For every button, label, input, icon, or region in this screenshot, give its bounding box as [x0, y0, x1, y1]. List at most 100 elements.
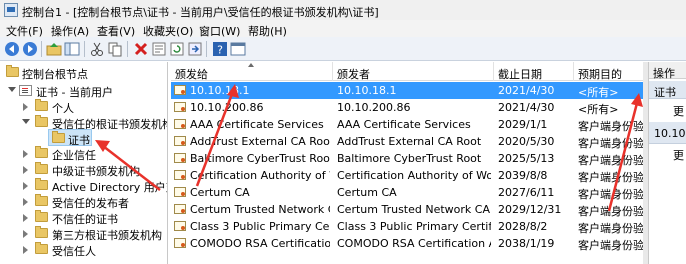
tree-item-certificates[interactable]: 证书 [48, 129, 92, 147]
column-header-issued-to[interactable]: 颁发给 [175, 66, 208, 82]
tree-item-intermediate-ca[interactable]: 中级证书颁发机构 [0, 162, 167, 178]
cell-issuer: COMODO RSA Certification Auth… [337, 237, 491, 250]
cell-issuer: AddTrust External CA Root [337, 135, 482, 148]
expand-arrow-icon[interactable] [23, 103, 28, 111]
table-row[interactable]: 10.10.18.1 10.10.18.1 2021/4/30 <所有> [171, 82, 643, 99]
toolbar-separator [127, 41, 128, 57]
toolbar: ? [0, 37, 686, 61]
tree-item-trusted-people[interactable]: 受信任人 [0, 242, 167, 258]
list-header: 颁发给 颁发者 截止日期 预期目的 [171, 62, 643, 81]
tree-item-label: 受信任人 [52, 245, 96, 258]
cell-issued-to: Certum Trusted Network CA [190, 203, 330, 216]
table-row[interactable]: Certum CA Certum CA 2027/6/11 客户端身份验 [171, 184, 643, 201]
cell-issued-to: COMODO RSA Certification … [190, 237, 330, 250]
column-divider[interactable] [332, 62, 333, 81]
tree-item-label: 不信任的证书 [52, 213, 118, 226]
cell-issued-to: Class 3 Public Primary Certifi… [190, 220, 330, 233]
console-icon[interactable] [230, 41, 246, 57]
certificate-icon [174, 136, 186, 146]
console-app-icon [4, 3, 18, 17]
certificate-icon [174, 85, 186, 95]
cell-issued-to: AAA Certificate Services [190, 118, 324, 131]
properties-icon[interactable] [151, 41, 167, 57]
actions-section-certificates[interactable]: 证书 [649, 81, 686, 99]
table-row[interactable]: COMODO RSA Certification … COMODO RSA Ce… [171, 235, 643, 252]
certificate-icon [174, 153, 186, 163]
tree-item-enterprise-trust[interactable]: 企业信任 [0, 146, 167, 162]
tree-item-third-party-root-ca[interactable]: 第三方根证书颁发机构 [0, 226, 167, 242]
copy-icon[interactable] [107, 41, 123, 57]
more-actions-link[interactable]: 更 [673, 147, 684, 163]
title-bar: 控制台1 - [控制台根节点\证书 - 当前用户\受信任的根证书颁发机构\证书] [0, 0, 686, 20]
refresh-icon[interactable] [169, 41, 185, 57]
cell-issued-to: Baltimore CyberTrust Root [190, 152, 330, 165]
expand-arrow-icon[interactable] [23, 182, 28, 190]
more-actions-link[interactable]: 更 [673, 103, 684, 119]
sort-ascending-icon [248, 63, 254, 67]
tree-item-trusted-publishers[interactable]: 受信任的发布者 [0, 194, 167, 210]
folder-icon [35, 210, 48, 222]
table-row[interactable]: Certum Trusted Network CA Certum Trusted… [171, 201, 643, 218]
table-row[interactable]: Class 3 Public Primary Certifi… Class 3 … [171, 218, 643, 235]
tree-item-label: 企业信任 [52, 149, 96, 162]
column-header-purpose[interactable]: 预期目的 [578, 66, 622, 82]
folder-icon [35, 146, 48, 158]
cell-issuer: 10.10.18.1 [337, 84, 397, 97]
cell-expiry: 2021/4/30 [498, 101, 555, 114]
column-divider[interactable] [493, 62, 494, 81]
cell-purpose: 客户端身份验 [578, 188, 643, 201]
delete-icon[interactable] [133, 41, 149, 57]
folder-icon [52, 131, 65, 143]
help-icon[interactable]: ? [212, 41, 228, 57]
back-icon[interactable] [4, 41, 20, 57]
table-row[interactable]: AddTrust External CA Root AddTrust Exter… [171, 133, 643, 150]
tree-item-label: 证书 - 当前用户 [36, 86, 113, 99]
tree-item-console-root[interactable]: 控制台根节点 [0, 65, 167, 81]
expand-arrow-icon[interactable] [23, 150, 28, 158]
cell-issued-to: 10.10.18.1 [190, 84, 250, 97]
show-tree-icon[interactable] [64, 41, 80, 57]
tree-item-personal[interactable]: 个人 [0, 99, 167, 115]
actions-title: 操作 [653, 67, 675, 80]
cell-expiry: 2029/1/1 [498, 118, 548, 131]
export-icon[interactable] [187, 41, 203, 57]
folder-icon [35, 194, 48, 206]
cell-purpose: 客户端身份验 [578, 137, 643, 150]
collapse-arrow-icon[interactable] [22, 119, 30, 124]
certificate-icon [174, 187, 186, 197]
folder-icon [35, 242, 48, 254]
expand-arrow-icon[interactable] [23, 198, 28, 206]
tree-item-untrusted-certificates[interactable]: 不信任的证书 [0, 210, 167, 226]
actions-section-selected-item[interactable]: 10.10. [649, 122, 686, 144]
collapse-arrow-icon[interactable] [8, 87, 16, 92]
certificate-icon [174, 102, 186, 112]
table-row[interactable]: 10.10.200.86 10.10.200.86 2021/4/30 <所有> [171, 99, 643, 116]
expand-arrow-icon[interactable] [23, 214, 28, 222]
cell-issuer: 10.10.200.86 [337, 101, 411, 114]
folder-icon [6, 65, 19, 77]
cell-expiry: 2039/8/8 [498, 169, 548, 182]
table-row[interactable]: AAA Certificate Services AAA Certificate… [171, 116, 643, 133]
tree-item-active-directory-user-object[interactable]: Active Directory 用户对象 [0, 178, 167, 194]
tree-item-cert-current-user[interactable]: 证书 - 当前用户 [0, 83, 167, 99]
column-header-issuer[interactable]: 颁发者 [337, 66, 370, 82]
forward-icon[interactable] [22, 41, 38, 57]
certificate-icon [174, 119, 186, 129]
expand-arrow-icon[interactable] [23, 246, 28, 254]
toolbar-separator [206, 41, 207, 57]
column-divider[interactable] [573, 62, 574, 81]
column-header-expiry[interactable]: 截止日期 [498, 66, 542, 82]
tree-item-label: 个人 [52, 102, 74, 115]
cell-expiry: 2028/8/2 [498, 220, 548, 233]
cut-icon[interactable] [89, 41, 105, 57]
table-row[interactable]: Certification Authority of Wo… Certifica… [171, 167, 643, 184]
cell-purpose: 客户端身份验 [578, 222, 643, 235]
cell-issued-to: Certification Authority of Wo… [190, 169, 330, 182]
expand-arrow-icon[interactable] [23, 230, 28, 238]
expand-arrow-icon[interactable] [23, 166, 28, 174]
folder-icon [35, 162, 48, 174]
table-row[interactable]: Baltimore CyberTrust Root Baltimore Cybe… [171, 150, 643, 167]
up-folder-icon[interactable] [46, 41, 62, 57]
cell-purpose: 客户端身份验 [578, 154, 643, 167]
cell-issued-to: AddTrust External CA Root [190, 135, 330, 148]
